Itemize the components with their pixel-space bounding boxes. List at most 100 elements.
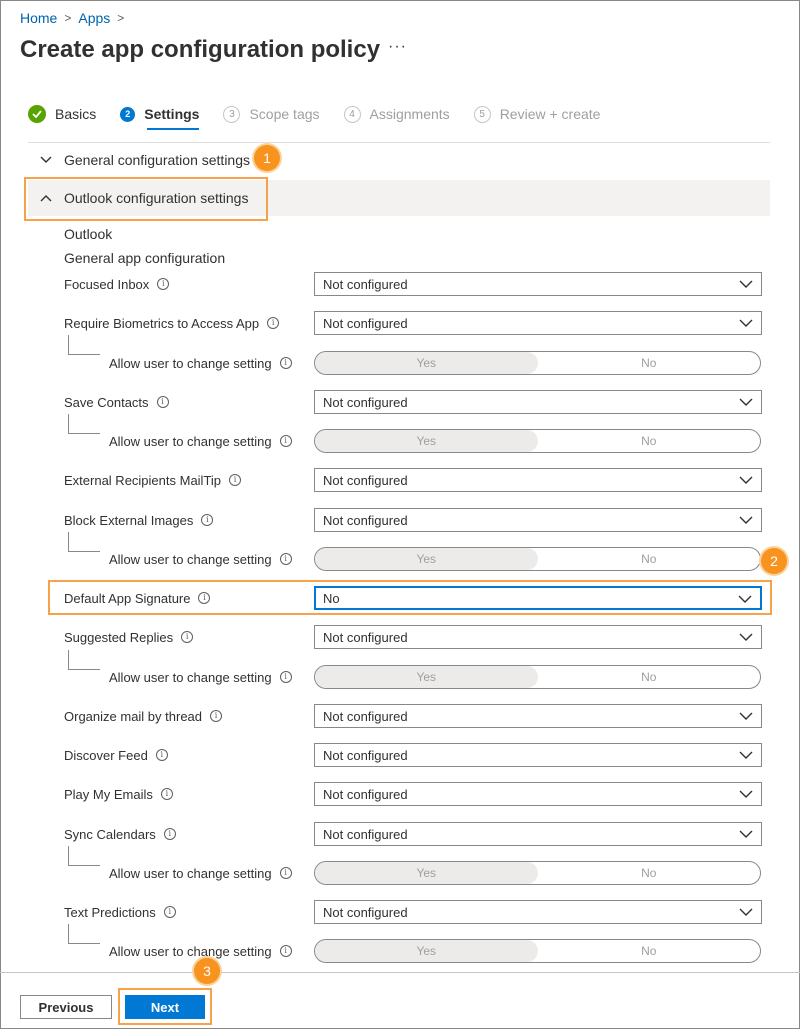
callout-highlight [24, 177, 268, 221]
toggle-yes[interactable]: Yes [315, 548, 538, 570]
organize-mail-by-thread-dropdown[interactable]: Not configured [314, 704, 762, 728]
allow-change-toggle[interactable]: Yes No [314, 351, 761, 375]
chevron-down-icon [28, 156, 64, 164]
allow-change-text: Allow user to change setting [109, 355, 272, 371]
sync-calendars-dropdown[interactable]: Not configured [314, 822, 762, 846]
chevron-down-icon [739, 398, 753, 406]
toggle-yes[interactable]: Yes [315, 862, 538, 884]
setting-label-play-my-emails: Play My Emails i [64, 782, 173, 806]
breadcrumb-home-link[interactable]: Home [20, 10, 57, 26]
chevron-down-icon [739, 751, 753, 759]
info-icon[interactable]: i [160, 788, 173, 800]
setting-label-text: Text Predictions [64, 904, 156, 920]
chevron-down-icon [739, 712, 753, 720]
breadcrumb-apps-link[interactable]: Apps [78, 10, 110, 26]
info-icon[interactable]: i [163, 906, 176, 918]
external-recipients-mailtip-dropdown[interactable]: Not configured [314, 468, 762, 492]
step-scope-tags[interactable]: 3 Scope tags [223, 105, 320, 123]
info-icon[interactable]: i [210, 710, 223, 722]
setting-label-text: Discover Feed [64, 747, 148, 763]
setting-label-discover-feed: Discover Feed i [64, 743, 168, 767]
play-my-emails-dropdown[interactable]: Not configured [314, 782, 762, 806]
more-options-icon[interactable]: ··· [388, 38, 407, 56]
setting-label-save-contacts: Save Contacts i [64, 390, 169, 414]
breadcrumb-separator-icon: > [117, 11, 125, 25]
step-label: Assignments [369, 106, 450, 122]
setting-label-text: External Recipients MailTip [64, 472, 222, 488]
allow-change-toggle[interactable]: Yes No [314, 429, 761, 453]
text-predictions-dropdown[interactable]: Not configured [314, 900, 762, 924]
info-icon[interactable]: i [229, 474, 242, 486]
info-icon[interactable]: i [279, 945, 292, 957]
info-icon[interactable]: i [279, 867, 292, 879]
step-assignments[interactable]: 4 Assignments [343, 105, 450, 123]
setting-label-text: Require Biometrics to Access App [64, 315, 260, 331]
info-icon[interactable]: i [156, 396, 169, 408]
step-settings[interactable]: 2 Settings [120, 106, 200, 130]
dropdown-value: Not configured [323, 786, 408, 802]
toggle-no[interactable]: No [538, 862, 761, 884]
breadcrumb: Home > Apps > [20, 10, 131, 26]
focused-inbox-dropdown[interactable]: Not configured [314, 272, 762, 296]
general-configuration-section[interactable]: General configuration settings [28, 142, 770, 178]
setting-label-require-biometrics: Require Biometrics to Access App i [64, 311, 280, 335]
info-icon[interactable]: i [157, 278, 170, 290]
toggle-no[interactable]: No [538, 430, 761, 452]
discover-feed-dropdown[interactable]: Not configured [314, 743, 762, 767]
setting-label-text: Organize mail by thread [64, 708, 203, 724]
allow-change-toggle[interactable]: Yes No [314, 547, 761, 571]
info-icon[interactable]: i [181, 631, 194, 643]
setting-label-sync-calendars: Sync Calendars i [64, 822, 176, 846]
setting-label-text: Focused Inbox [64, 276, 150, 292]
toggle-no[interactable]: No [538, 352, 761, 374]
info-icon[interactable]: i [279, 553, 292, 565]
step-label: Basics [55, 106, 97, 122]
toggle-yes[interactable]: Yes [315, 352, 538, 374]
section-label: General configuration settings [64, 152, 250, 168]
setting-label-suggested-replies: Suggested Replies i [64, 625, 194, 649]
save-contacts-dropdown[interactable]: Not configured [314, 390, 762, 414]
dropdown-value: Not configured [323, 747, 408, 763]
step-number-icon: 5 [473, 105, 491, 123]
dropdown-value: Not configured [323, 826, 408, 842]
wizard-steps: Basics 2 Settings 3 Scope tags 4 Assignm… [28, 102, 624, 130]
step-number-icon: 3 [223, 105, 241, 123]
setting-label-text: Block External Images [64, 512, 194, 528]
info-icon[interactable]: i [267, 317, 280, 329]
allow-change-text: Allow user to change setting [109, 669, 272, 685]
info-icon[interactable]: i [163, 828, 176, 840]
callout-badge: 2 [761, 548, 787, 574]
step-label: Settings [144, 106, 200, 122]
chevron-down-icon [739, 790, 753, 798]
toggle-no[interactable]: No [538, 548, 761, 570]
chevron-down-icon [739, 908, 753, 916]
toggle-yes[interactable]: Yes [315, 940, 538, 962]
outlook-heading: Outlook [64, 226, 113, 242]
previous-button[interactable]: Previous [20, 995, 112, 1019]
allow-change-toggle[interactable]: Yes No [314, 665, 761, 689]
block-external-images-dropdown[interactable]: Not configured [314, 508, 762, 532]
info-icon[interactable]: i [279, 435, 292, 447]
info-icon[interactable]: i [279, 357, 292, 369]
info-icon[interactable]: i [201, 514, 214, 526]
step-review-create[interactable]: 5 Review + create [473, 105, 600, 123]
info-icon[interactable]: i [155, 749, 168, 761]
callout-highlight [118, 988, 212, 1025]
step-number-icon: 4 [343, 105, 361, 123]
info-icon[interactable]: i [279, 671, 292, 683]
toggle-no[interactable]: No [538, 666, 761, 688]
chevron-down-icon [739, 633, 753, 641]
allow-change-toggle[interactable]: Yes No [314, 861, 761, 885]
toggle-yes[interactable]: Yes [315, 430, 538, 452]
require-biometrics-dropdown[interactable]: Not configured [314, 311, 762, 335]
toggle-no[interactable]: No [538, 940, 761, 962]
dropdown-value: Not configured [323, 708, 408, 724]
allow-change-text: Allow user to change setting [109, 943, 272, 959]
step-basics[interactable]: Basics [28, 105, 96, 123]
setting-label-text: Play My Emails [64, 786, 153, 802]
callout-badge: 3 [194, 958, 220, 984]
suggested-replies-dropdown[interactable]: Not configured [314, 625, 762, 649]
toggle-yes[interactable]: Yes [315, 666, 538, 688]
allow-change-toggle[interactable]: Yes No [314, 939, 761, 963]
dropdown-value: Not configured [323, 315, 408, 331]
